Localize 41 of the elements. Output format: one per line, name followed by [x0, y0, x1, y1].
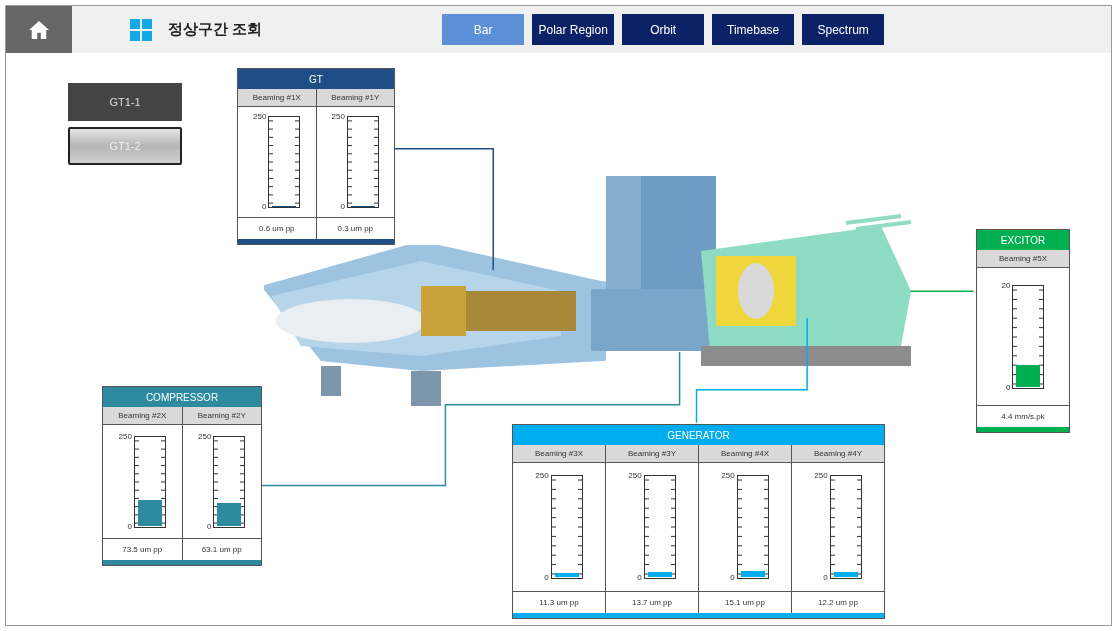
view-tab[interactable]: Orbit — [622, 14, 705, 45]
home-icon — [28, 19, 50, 40]
home-button[interactable] — [6, 6, 72, 53]
scale-max-label: 250 — [628, 472, 642, 480]
scale-min-label: 0 — [823, 574, 828, 582]
scale-min-label: 0 — [1006, 383, 1011, 392]
bearing-label: Beaming #5X — [977, 250, 1069, 268]
bearing-label: Beaming #2Y — [182, 407, 261, 425]
panel-title: GENERATOR — [513, 425, 884, 445]
scale-max-label: 250 — [814, 472, 828, 480]
bearing-label: Beaming #1X — [238, 89, 316, 107]
page-title: 정상구간 조회 — [168, 19, 263, 40]
scale-min-label: 0 — [340, 203, 345, 211]
scale-max-label: 250 — [253, 113, 267, 121]
scale-max-label: 250 — [198, 432, 212, 441]
view-tab[interactable]: Timebase — [712, 14, 795, 45]
scale-max-label: 250 — [331, 113, 345, 121]
grid-icon — [130, 18, 152, 41]
unit-button[interactable]: GT1-1 — [68, 83, 182, 121]
scale-max-label: 250 — [535, 472, 549, 480]
scale-min-label: 0 — [544, 574, 549, 582]
panel-title: EXCITOR — [977, 230, 1069, 250]
panel-title: GT — [238, 69, 394, 89]
scale-min-label: 0 — [637, 574, 642, 582]
bearing-label: Beaming #3X — [513, 445, 605, 463]
bearing-label: Beaming #4Y — [792, 445, 884, 463]
view-tab[interactable]: Polar Region — [532, 14, 615, 45]
panel-title: COMPRESSOR — [103, 387, 261, 407]
scale-min-label: 0 — [730, 574, 735, 582]
bearing-label: Beaming #3Y — [606, 445, 698, 463]
bearing-label: Beaming #2X — [103, 407, 182, 425]
leader-line — [910, 290, 975, 292]
scale-max-label: 20 — [1001, 281, 1011, 290]
scale-min-label: 0 — [261, 203, 267, 211]
view-tab[interactable]: Spectrum — [802, 14, 885, 45]
bearing-label: Beaming #1Y — [316, 89, 394, 107]
scale-min-label: 0 — [206, 522, 212, 531]
scale-max-label: 250 — [118, 432, 132, 441]
scale-max-label: 250 — [721, 472, 735, 480]
scale-min-label: 0 — [127, 522, 132, 531]
bearing-label: Beaming #4X — [699, 445, 791, 463]
